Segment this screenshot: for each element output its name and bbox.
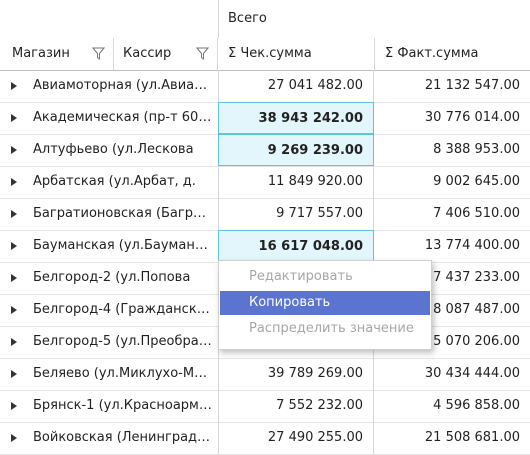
table-row[interactable]: Багратионовская (Багратионовский 9 717 55…: [0, 198, 530, 231]
shop-name: Войковская (Ленинградское: [33, 430, 213, 445]
expand-arrow-icon[interactable]: [11, 178, 17, 186]
expand-arrow-icon[interactable]: [11, 210, 17, 218]
check-sum-cell[interactable]: 9 717 557.00: [218, 198, 374, 230]
table-row[interactable]: Бауманская (ул.Бауманская 16 617 048.00 13…: [0, 230, 530, 263]
fact-sum-cell[interactable]: 8 388 953.00: [375, 134, 525, 166]
table-row[interactable]: Арбатская (ул.Арбат, д. 11 849 920.00 9 00…: [0, 166, 530, 199]
header-fact-sum[interactable]: Σ Факт.сумма: [375, 38, 530, 70]
check-sum-cell[interactable]: 16 617 048.00: [218, 230, 374, 262]
shop-name: Брянск-1 (ул.Красноармейская: [33, 398, 213, 413]
shop-name: Белгород-2 (ул.Попова: [33, 270, 191, 285]
header-check-sum-label: Σ Чек.сумма: [228, 46, 312, 61]
shop-name: Багратионовская (Багратионовский: [33, 206, 213, 221]
shop-name: Академическая (пр-т 60-летия Октября: [33, 110, 213, 125]
expand-arrow-icon[interactable]: [11, 306, 17, 314]
check-sum-cell[interactable]: 27 041 482.00: [218, 70, 374, 102]
shop-name: Беляево (ул.Миклухо-Маклая: [33, 366, 213, 381]
fact-sum-cell[interactable]: 21 132 547.00: [375, 70, 525, 102]
check-sum-cell[interactable]: 11 849 920.00: [218, 166, 374, 198]
expand-arrow-icon[interactable]: [11, 146, 17, 154]
expand-arrow-icon[interactable]: [11, 370, 17, 378]
fact-sum-cell[interactable]: 30 776 014.00: [375, 102, 525, 134]
menu-item-distribute[interactable]: Распределить значение: [220, 317, 430, 341]
fact-sum-cell[interactable]: 21 508 681.00: [375, 422, 525, 454]
shop-name: Белгород-5 (ул.Преображенская: [33, 334, 213, 349]
expand-arrow-icon[interactable]: [11, 434, 17, 442]
check-sum-cell[interactable]: 7 552 232.00: [218, 390, 374, 422]
header-corner: [0, 0, 219, 38]
expand-arrow-icon[interactable]: [11, 338, 17, 346]
filter-icon[interactable]: [196, 47, 209, 60]
check-sum-cell[interactable]: 27 490 255.00: [218, 422, 374, 454]
pivot-grid: Всего Магазин Кассир Σ Чек.сумма Σ Факт.…: [0, 0, 530, 455]
shop-name: Авиамоторная (ул.Авиамоторная: [33, 78, 213, 93]
expand-arrow-icon[interactable]: [11, 242, 17, 250]
fact-sum-cell[interactable]: 13 774 400.00: [375, 230, 525, 262]
column-header-row: Магазин Кассир Σ Чек.сумма Σ Факт.сумма: [0, 38, 530, 71]
expand-arrow-icon[interactable]: [11, 402, 17, 410]
check-sum-cell[interactable]: 38 943 242.00: [218, 102, 374, 134]
shop-name: Арбатская (ул.Арбат, д.: [33, 174, 196, 189]
column-group-header: Всего: [0, 0, 530, 39]
header-fact-sum-label: Σ Факт.сумма: [385, 46, 479, 61]
fact-sum-cell[interactable]: 9 002 645.00: [375, 166, 525, 198]
table-row[interactable]: Беляево (ул.Миклухо-Маклая 39 789 269.003…: [0, 358, 530, 391]
shop-name: Бауманская (ул.Бауманская: [33, 238, 213, 253]
shop-name: Алтуфьево (ул.Лескова: [33, 142, 194, 157]
total-group-label: Всего: [228, 11, 267, 26]
check-sum-cell[interactable]: 9 269 239.00: [218, 134, 374, 166]
fact-sum-cell[interactable]: 4 596 858.00: [375, 390, 525, 422]
table-row[interactable]: Брянск-1 (ул.Красноармейская 7 552 232.00…: [0, 390, 530, 423]
fact-sum-cell[interactable]: 7 406 510.00: [375, 198, 525, 230]
filter-icon[interactable]: [92, 47, 105, 60]
expand-arrow-icon[interactable]: [11, 82, 17, 90]
table-row[interactable]: Авиамоторная (ул.Авиамоторная 27 041 482.…: [0, 70, 530, 103]
check-sum-cell[interactable]: 39 789 269.00: [218, 358, 374, 390]
table-row[interactable]: Алтуфьево (ул.Лескова 9 269 239.00 8 388 9…: [0, 134, 530, 167]
header-check-sum[interactable]: Σ Чек.сумма: [218, 38, 375, 70]
table-row[interactable]: Академическая (пр-т 60-летия Октября 38 9…: [0, 102, 530, 135]
shop-name: Белгород-4 (Гражданский: [33, 302, 213, 317]
expand-arrow-icon[interactable]: [11, 114, 17, 122]
menu-item-copy[interactable]: Копировать: [220, 291, 430, 315]
table-row[interactable]: Войковская (Ленинградское 27 490 255.00 21…: [0, 422, 530, 455]
fact-sum-cell[interactable]: 30 434 444.00: [375, 358, 525, 390]
context-menu: Редактировать Копировать Распределить зн…: [218, 260, 432, 350]
menu-item-edit[interactable]: Редактировать: [220, 265, 430, 289]
expand-arrow-icon[interactable]: [11, 274, 17, 282]
header-cashier-label: Кассир: [123, 46, 172, 61]
header-shop-label: Магазин: [12, 46, 70, 61]
